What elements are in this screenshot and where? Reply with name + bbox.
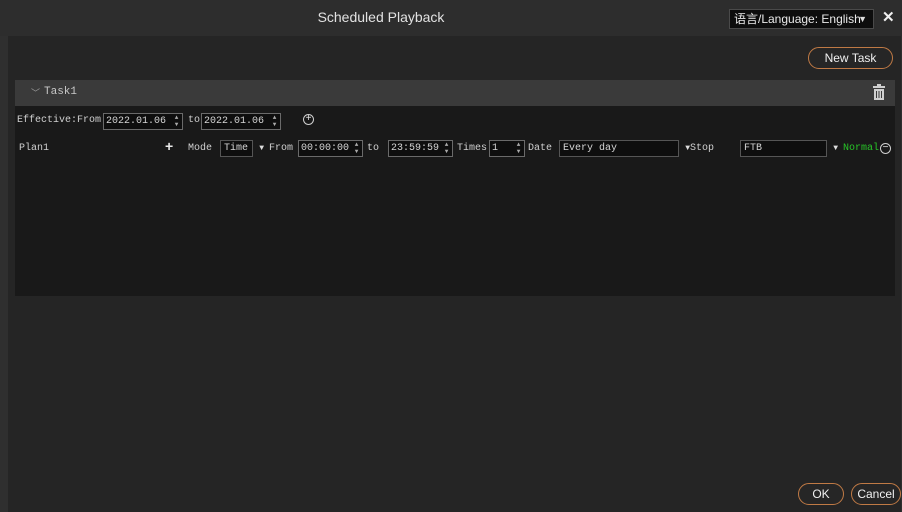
task-body: Effective:From 2022.01.06 ▲ ▼ to 2022.01.… <box>15 106 895 296</box>
effective-to-label: to <box>188 115 201 126</box>
cancel-button[interactable]: Cancel <box>851 483 901 505</box>
times-value: 1 <box>492 143 499 154</box>
effective-to-value: 2022.01.06 <box>204 116 265 127</box>
effective-label: Effective:From <box>17 115 102 126</box>
minus-circle-icon[interactable]: − <box>880 143 891 154</box>
language-select[interactable]: 语言/Language: English ▼ <box>729 9 874 29</box>
times-label: Times <box>457 143 488 154</box>
chevron-down-icon[interactable]: ﹀ <box>31 86 40 99</box>
date-value: Every day <box>563 143 618 154</box>
effective-from-value: 2022.01.06 <box>106 116 167 127</box>
title-bar: Scheduled Playback 语言/Language: English … <box>0 0 902 36</box>
window-title: Scheduled Playback <box>317 9 445 25</box>
spin-icon[interactable]: ▲ ▼ <box>353 141 360 155</box>
task-name: Task1 <box>44 86 78 98</box>
trash-icon[interactable] <box>873 84 885 100</box>
chevron-down-icon: ▼ <box>833 144 838 153</box>
main-panel: New Task ﹀ Task1 Effective:From 2022.01.… <box>8 36 901 512</box>
effective-from-input[interactable]: 2022.01.06 ▲ ▼ <box>103 113 183 130</box>
chevron-down-icon: ▼ <box>858 14 867 24</box>
ok-button[interactable]: OK <box>798 483 844 505</box>
spin-icon[interactable]: ▲ ▼ <box>515 141 522 155</box>
language-select-value: 语言/Language: English <box>734 12 861 26</box>
new-task-button[interactable]: New Task <box>808 47 893 69</box>
mode-select[interactable]: Time ▼ <box>220 140 264 157</box>
to-time-label: to <box>367 143 380 154</box>
from-time-input[interactable]: 00:00:00 ▲ ▼ <box>298 140 363 157</box>
stop-label: Stop <box>690 143 715 154</box>
chevron-down-icon: ▼ <box>259 144 264 153</box>
stop-select[interactable]: FTB ▼ <box>740 140 838 157</box>
effective-to-input[interactable]: 2022.01.06 ▲ ▼ <box>201 113 281 130</box>
spin-icon[interactable]: ▲ ▼ <box>271 114 278 128</box>
date-label: Date <box>528 143 553 154</box>
to-time-value: 23:59:59 <box>391 143 440 154</box>
add-circle-icon[interactable]: + <box>303 114 314 125</box>
mode-value: Time <box>224 143 249 154</box>
times-input[interactable]: 1 ▲ ▼ <box>489 140 525 157</box>
spin-icon[interactable]: ▲ ▼ <box>173 114 180 128</box>
date-select[interactable]: Every day ▼ <box>559 140 690 157</box>
spin-icon[interactable]: ▲ ▼ <box>443 141 450 155</box>
from-label: From <box>269 143 294 154</box>
mode-label: Mode <box>188 143 213 154</box>
plus-icon[interactable]: + <box>165 138 173 154</box>
task-header[interactable]: ﹀ Task1 <box>15 80 895 106</box>
from-time-value: 00:00:00 <box>301 143 350 154</box>
to-time-input[interactable]: 23:59:59 ▲ ▼ <box>388 140 453 157</box>
close-icon[interactable]: ✕ <box>882 8 895 26</box>
stop-value: FTB <box>744 143 763 154</box>
plan-name: Plan1 <box>19 143 50 154</box>
status-badge: Normal <box>843 143 880 154</box>
